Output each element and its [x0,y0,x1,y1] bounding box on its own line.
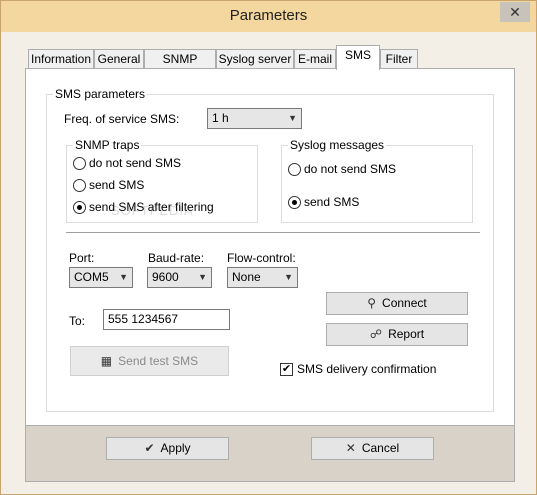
tab-information[interactable]: Information [28,49,94,69]
tab-sms[interactable]: SMS [336,45,380,70]
chevron-down-icon: ▼ [198,272,207,282]
syslog-messages-title: Syslog messages [288,138,387,152]
baud-rate-value: 9600 [152,270,179,284]
baud-rate-label: Baud-rate: [148,251,205,265]
radio-button[interactable] [73,179,86,192]
radio-label: do not send SMS [304,162,397,176]
cancel-button[interactable]: ✕ Cancel [311,437,434,460]
phone-icon: ▦ [100,354,113,368]
freq-value: 1 h [212,111,229,125]
chevron-down-icon: ▼ [288,113,297,123]
binoculars-icon: ☍ [369,327,383,341]
send-test-sms-button[interactable]: ▦ Send test SMS [70,346,229,376]
window-title: Parameters [229,7,308,24]
tab-email[interactable]: E-mail [294,49,336,69]
flow-control-value: None [232,270,261,284]
chevron-down-icon: ▼ [284,272,293,282]
snmp-option-send-after-filtering[interactable]: send SMS after filtering [73,200,253,216]
port-value: COM5 [74,270,109,284]
apply-label: Apply [160,441,191,455]
tab-filter[interactable]: Filter [380,49,418,69]
sms-parameters-title: SMS parameters [53,87,148,101]
dialog-body: Information General SNMP server Syslog s… [8,32,529,490]
report-label: Report [388,327,425,341]
port-select[interactable]: COM5 ▼ [69,267,133,288]
radio-button[interactable] [288,163,301,176]
syslog-option-do-not-send[interactable]: do not send SMS [288,162,468,178]
checkmark-icon: ✔ [144,441,155,455]
cancel-label: Cancel [361,441,400,455]
radio-label: do not send SMS [89,156,182,170]
syslog-option-send[interactable]: send SMS [288,195,468,211]
freq-label: Freq. of service SMS: [64,112,180,126]
sms-delivery-checkbox[interactable]: ✔ [280,363,293,376]
radio-label: send SMS [89,178,145,192]
close-button[interactable]: ✕ [500,2,530,22]
baud-rate-select[interactable]: 9600 ▼ [147,267,212,288]
close-icon: ✕ [509,4,521,20]
port-label: Port: [69,251,95,265]
tab-snmp-server[interactable]: SNMP server [144,49,216,84]
syslog-messages-group: Syslog messages [281,138,473,223]
parameters-window: Parameters ✕ Information General SNMP se… [0,0,537,495]
to-input[interactable]: 555 1234567 [103,309,230,330]
plug-icon: ⚲ [367,296,377,310]
connect-button[interactable]: ⚲ Connect [326,292,468,315]
sms-tab-panel: SMS parameters SOFTPEDIA Freq. of servic… [25,68,515,426]
tab-syslog-server[interactable]: Syslog server [216,49,294,69]
separator [66,232,480,233]
to-value: 555 1234567 [108,312,179,326]
title-bar[interactable]: Parameters ✕ [1,1,536,32]
radio-label: send SMS after filtering [89,200,214,214]
flow-control-select[interactable]: None ▼ [227,267,298,288]
snmp-option-do-not-send[interactable]: do not send SMS [73,156,253,172]
report-button[interactable]: ☍ Report [326,323,468,346]
radio-button[interactable] [73,157,86,170]
cross-icon: ✕ [345,441,356,455]
radio-button[interactable] [73,201,86,214]
snmp-traps-title: SNMP traps [73,138,142,152]
sms-delivery-label: SMS delivery confirmation [297,362,437,376]
flow-control-label: Flow-control: [227,251,296,265]
freq-select[interactable]: 1 h ▼ [207,108,302,129]
tab-general[interactable]: General [94,49,144,69]
radio-button[interactable] [288,196,301,209]
chevron-down-icon: ▼ [119,272,128,282]
snmp-option-send[interactable]: send SMS [73,178,253,194]
send-test-sms-label: Send test SMS [118,354,199,368]
connect-label: Connect [382,296,427,310]
apply-button[interactable]: ✔ Apply [106,437,229,460]
to-label: To: [69,314,86,328]
dialog-footer: ✔ Apply ✕ Cancel [25,422,515,482]
radio-label: send SMS [304,195,360,209]
